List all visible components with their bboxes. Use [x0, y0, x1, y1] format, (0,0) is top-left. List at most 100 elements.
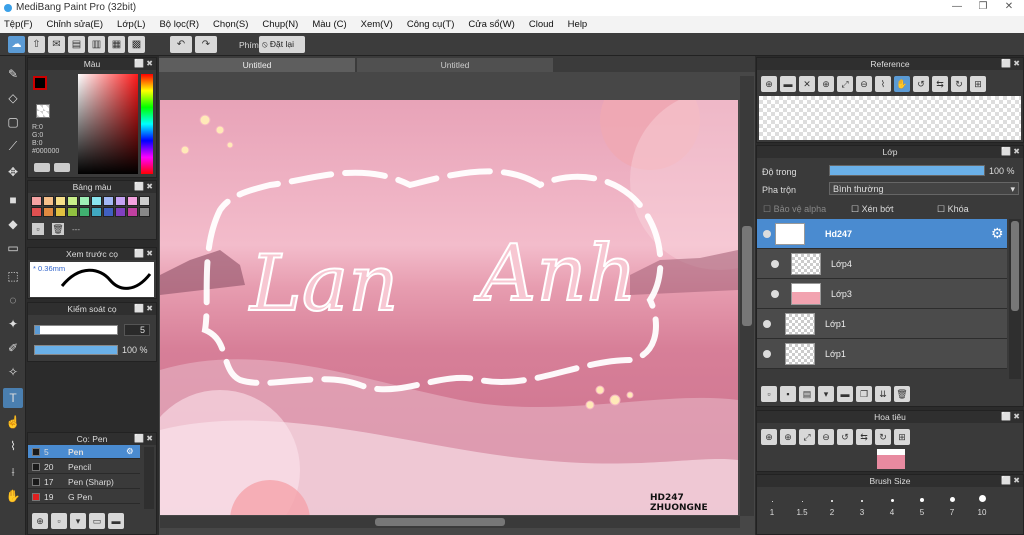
grid-icon[interactable]: ▩ — [128, 36, 145, 53]
palette-swatch[interactable] — [91, 207, 102, 217]
new-palette-icon[interactable]: ▫ — [32, 223, 44, 235]
panel-controls-icon[interactable]: ⬜ ✖ — [134, 248, 153, 260]
palette-swatch[interactable] — [127, 196, 138, 206]
reference-canvas[interactable] — [759, 96, 1021, 140]
ref-close-icon[interactable]: ✕ — [799, 76, 815, 92]
ref-hand-icon[interactable]: ✋ — [894, 76, 910, 92]
text-tool-icon[interactable]: T — [3, 388, 23, 408]
ref-flip-icon[interactable]: ⇆ — [932, 76, 948, 92]
pen-tool-icon[interactable]: ⟋ — [3, 136, 23, 156]
brush-folder-icon[interactable]: ▬ — [108, 513, 124, 529]
lock-checkbox[interactable]: ☐ Khóa — [937, 204, 969, 215]
dropper-tool-icon[interactable]: ⟊ — [3, 462, 23, 482]
brush-size-option-3[interactable]: 3 — [847, 493, 877, 517]
palette-swatch[interactable] — [31, 196, 42, 206]
panel-controls-icon[interactable]: ⬜ ✖ — [134, 58, 153, 70]
cloud-icon[interactable]: ☁ — [8, 36, 25, 53]
ref-zoom-in-icon[interactable]: ⊕ — [818, 76, 834, 92]
add-layer-menu-icon[interactable]: ▾ — [818, 386, 834, 402]
brush-size-option-5[interactable]: 5 — [907, 493, 937, 517]
ref-lock-icon[interactable]: ⊞ — [970, 76, 986, 92]
palette-swatch[interactable] — [103, 196, 114, 206]
new-brush-icon[interactable]: ▫ — [51, 513, 67, 529]
magic-wand-tool-icon[interactable]: ✦ — [3, 314, 23, 334]
palette-swatch[interactable] — [127, 207, 138, 217]
brush-list-scrollbar[interactable] — [144, 447, 154, 509]
palette-swatch[interactable] — [139, 196, 150, 206]
menu-window[interactable]: Cửa sổ(W) — [468, 19, 514, 30]
layer-item-lop3[interactable]: Lớp3 — [757, 279, 1007, 309]
palette-swatch[interactable] — [115, 196, 126, 206]
navigator-thumbnail[interactable] — [877, 449, 905, 469]
move-tool-icon[interactable]: ✥ — [3, 162, 23, 182]
brush-size-option-4[interactable]: 4 — [877, 493, 907, 517]
duplicate-layer-icon[interactable]: ❐ — [856, 386, 872, 402]
palette-swatch[interactable] — [139, 207, 150, 217]
nav-rotate-right-icon[interactable]: ↻ — [875, 429, 891, 445]
brush-item-pen-sharp[interactable]: 17 Pen (Sharp) — [28, 475, 140, 489]
gradient-tool-icon[interactable]: ▭ — [3, 238, 23, 258]
upload-icon[interactable]: ⇧ — [28, 36, 45, 53]
menu-filter[interactable]: Bộ lọc(R) — [159, 19, 199, 30]
layer-list-scrollbar[interactable] — [1009, 219, 1021, 379]
layer-folder-icon[interactable]: ▬ — [837, 386, 853, 402]
brush-size-option-2[interactable]: 2 — [817, 493, 847, 517]
copy-brush-icon[interactable]: ▭ — [89, 513, 105, 529]
panel-controls-icon[interactable]: ⬜ ✖ — [1001, 475, 1020, 487]
vscroll-thumb[interactable] — [742, 226, 752, 326]
nav-zoom-in2-icon[interactable]: ⊕ — [780, 429, 796, 445]
panel-controls-icon[interactable]: ⬜ ✖ — [1001, 58, 1020, 70]
manage-icon[interactable]: ▦ — [108, 36, 125, 53]
canvas-horizontal-scrollbar[interactable] — [160, 516, 740, 528]
brush-menu-icon[interactable]: ▾ — [70, 513, 86, 529]
palette-swatch[interactable] — [43, 196, 54, 206]
select-eraser-tool-icon[interactable]: ✧ — [3, 362, 23, 382]
brush-size-slider[interactable] — [34, 325, 118, 335]
minimize-button[interactable]: — — [944, 1, 970, 15]
layer-item-lop1-b[interactable]: Lớp1 — [757, 339, 1007, 369]
layer-visibility-icon[interactable] — [771, 260, 779, 268]
nav-lock-icon[interactable]: ⊞ — [894, 429, 910, 445]
menu-help[interactable]: Help — [568, 19, 588, 30]
brush-size-option-10[interactable]: 10 — [967, 493, 997, 517]
redo-button[interactable]: ↷ — [195, 36, 217, 53]
new-layer-icon[interactable]: ▫ — [761, 386, 777, 402]
new-layer-8bit-icon[interactable]: ▪ — [780, 386, 796, 402]
tab-untitled-2[interactable]: Untitled — [357, 58, 553, 72]
layer-visibility-icon[interactable] — [763, 350, 771, 358]
menu-view[interactable]: Xem(V) — [361, 19, 393, 30]
layer-item-hd247[interactable]: Hd247 ⚙ — [757, 219, 1007, 249]
page-icon[interactable]: ▥ — [88, 36, 105, 53]
layer-visibility-icon[interactable] — [763, 320, 771, 328]
hand-tool-icon[interactable]: ✋ — [3, 486, 23, 506]
blend-mode-select[interactable]: Bình thường ▾ — [829, 182, 1019, 195]
fill-rect-tool-icon[interactable]: ■ — [3, 190, 23, 210]
merge-layer-icon[interactable]: ⇊ — [875, 386, 891, 402]
lasso-tool-icon[interactable]: ◌ — [3, 290, 23, 310]
ref-rotate-right-icon[interactable]: ↻ — [951, 76, 967, 92]
eyedropper-tool-icon[interactable]: ⌇ — [3, 436, 23, 456]
select-pen-tool-icon[interactable]: ✐ — [3, 338, 23, 358]
close-button[interactable]: ✕ — [996, 1, 1022, 15]
layer-visibility-icon[interactable] — [763, 230, 771, 238]
palette-swatch[interactable] — [115, 207, 126, 217]
panel-controls-icon[interactable]: ⬜ ✖ — [134, 433, 153, 445]
brush-size-value[interactable]: 5 — [124, 324, 150, 336]
maximize-button[interactable]: ❐ — [970, 1, 996, 15]
menu-edit[interactable]: Chỉnh sửa(E) — [47, 19, 104, 30]
delete-palette-icon[interactable]: 🗑 — [52, 223, 64, 235]
panel-controls-icon[interactable]: ⬜ ✖ — [134, 181, 153, 193]
select-tool-icon[interactable]: ⬚ — [3, 266, 23, 286]
brush-item-pencil[interactable]: 20 Pencil — [28, 460, 140, 474]
brush-settings-gear-icon[interactable]: ⚙ — [126, 446, 134, 457]
artwork-canvas[interactable]: Lan Anh HD247 ZHUONGNE — [160, 100, 738, 515]
nav-rotate-left-icon[interactable]: ↺ — [837, 429, 853, 445]
ref-rotate-left-icon[interactable]: ↺ — [913, 76, 929, 92]
reset-button[interactable]: ⦸ Đặt lại — [259, 36, 305, 53]
delete-layer-icon[interactable]: 🗑 — [894, 386, 910, 402]
palette-swatch[interactable] — [55, 196, 66, 206]
comment-icon[interactable]: ✉ — [48, 36, 65, 53]
brush-item-pen[interactable]: 5 Pen ⚙ — [28, 445, 140, 459]
brush-opacity-slider[interactable] — [34, 345, 118, 355]
palette-swatch[interactable] — [103, 207, 114, 217]
